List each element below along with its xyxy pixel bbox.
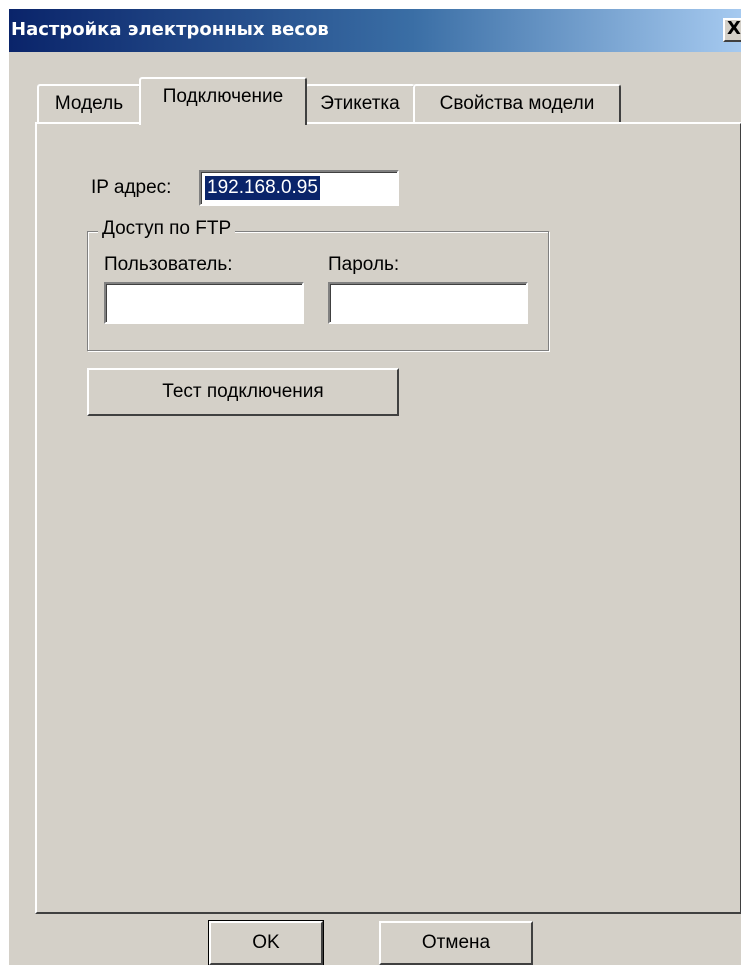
test-connection-button[interactable]: Тест подключения bbox=[87, 368, 399, 416]
tab-label: Подключение bbox=[162, 86, 284, 107]
tab-label: Модель bbox=[54, 93, 124, 114]
close-button[interactable]: X bbox=[723, 18, 741, 42]
tab-label-settings[interactable]: Этикетка bbox=[305, 84, 415, 122]
ok-button[interactable]: OK bbox=[208, 920, 324, 965]
title-bar[interactable]: Настройка электронных весов X bbox=[9, 9, 741, 52]
password-input[interactable] bbox=[328, 282, 528, 324]
tab-model[interactable]: Модель bbox=[37, 84, 141, 122]
tab-panel-connection: IP адрес: 192.168.0.95 Доступ по FTP Пол… bbox=[35, 122, 741, 914]
user-input[interactable] bbox=[104, 282, 304, 324]
tab-label: Этикетка bbox=[320, 93, 400, 114]
dialog-window: Настройка электронных весов X Модель Под… bbox=[8, 8, 741, 965]
ip-address-value: 192.168.0.95 bbox=[205, 176, 320, 200]
tab-connection[interactable]: Подключение bbox=[139, 77, 307, 125]
ip-address-input[interactable]: 192.168.0.95 bbox=[199, 170, 399, 206]
ip-address-label: IP адрес: bbox=[91, 177, 172, 198]
tab-model-properties[interactable]: Свойства модели bbox=[413, 84, 621, 122]
ftp-access-group: Доступ по FTP Пользователь: Пароль: bbox=[87, 218, 549, 351]
user-label: Пользователь: bbox=[104, 254, 233, 275]
tab-label: Свойства модели bbox=[439, 93, 595, 114]
window-title: Настройка электронных весов bbox=[11, 19, 329, 40]
cancel-button[interactable]: Отмена bbox=[379, 921, 533, 965]
password-label: Пароль: bbox=[328, 254, 400, 275]
close-icon: X bbox=[727, 18, 741, 39]
ftp-access-legend: Доступ по FTP bbox=[98, 218, 236, 240]
